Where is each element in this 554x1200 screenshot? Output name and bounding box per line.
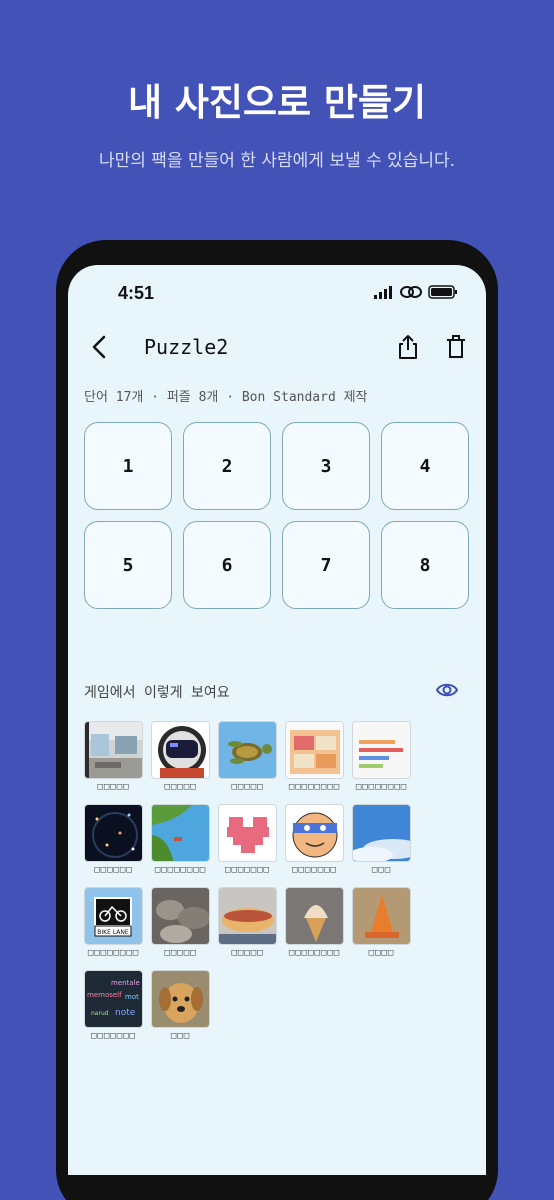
puzzle-tile[interactable]: 6 bbox=[183, 521, 271, 609]
word-cloud-text: mentale bbox=[111, 979, 140, 987]
word-label: □□□□□□□ bbox=[225, 865, 270, 875]
word-label: □□□□□ bbox=[164, 782, 197, 792]
word-card[interactable]: □□□□□ bbox=[218, 721, 277, 792]
word-label: □□□□ bbox=[368, 948, 395, 958]
word-card[interactable]: □□□□□□ bbox=[84, 804, 143, 875]
word-cloud-text: narud bbox=[91, 1010, 109, 1017]
word-card[interactable]: □□□□□ bbox=[218, 887, 277, 958]
app-bar: Puzzle2 bbox=[68, 325, 486, 369]
pack-meta: 단어 17개 · 퍼즐 8개 · Bon Standard 제작 bbox=[84, 390, 368, 405]
share-icon[interactable] bbox=[394, 333, 422, 361]
rocks-image bbox=[151, 887, 210, 945]
word-card[interactable]: □□□□□□□□ bbox=[352, 721, 411, 792]
word-label: □□□□□□□□ bbox=[154, 865, 207, 875]
word-label: □□□□□ bbox=[231, 948, 264, 958]
word-label: □□□□□ bbox=[164, 948, 197, 958]
word-card[interactable]: BIKE LANE □□□□□□□□ bbox=[84, 887, 143, 958]
word-label: □□□□□ bbox=[97, 782, 130, 792]
word-cloud-text: note bbox=[115, 1008, 136, 1018]
word-label: □□□□□□□□ bbox=[288, 948, 341, 958]
word-label: □□□□□□□□ bbox=[355, 782, 408, 792]
status-time: 4:51 bbox=[118, 283, 155, 303]
word-label: □□□□□□ bbox=[94, 865, 133, 875]
word-row: mentale memoself mot narud note □□□□□□□ bbox=[84, 970, 424, 1041]
puzzle-grid: 1 2 3 4 5 6 7 8 bbox=[84, 422, 470, 609]
app-screenshot-orange-image bbox=[285, 721, 344, 779]
status-icons bbox=[374, 285, 458, 299]
bike-sign-text: BIKE LANE bbox=[97, 929, 129, 936]
word-label: □□□ bbox=[371, 865, 392, 875]
word-label: □□□□□□□□ bbox=[87, 948, 140, 958]
pixel-heart-image bbox=[218, 804, 277, 862]
word-card[interactable]: □□□□□□□ bbox=[285, 804, 344, 875]
battery-icon bbox=[428, 285, 457, 299]
puzzle-tile[interactable]: 3 bbox=[282, 422, 370, 510]
word-card[interactable]: □□□□ bbox=[352, 887, 411, 958]
chart-screenshot-image bbox=[352, 721, 411, 779]
word-card[interactable]: □□□□□ bbox=[151, 887, 210, 958]
page-title: Puzzle2 bbox=[144, 335, 229, 359]
word-card[interactable]: □□□ bbox=[352, 804, 411, 875]
word-card[interactable]: □□□□□□□ bbox=[218, 804, 277, 875]
office-room-image bbox=[84, 721, 143, 779]
word-preview-grid: □□□□□ □□□□□ □□□□□ □□□□□□□□ □□□□□□□□ □□□□… bbox=[84, 721, 424, 1053]
phone-screen: 4:51 Puzzle2 단어 17개 · 퍼즐 8개 · Bon Standa… bbox=[68, 265, 486, 1175]
blue-sky-image bbox=[352, 804, 411, 862]
word-row: BIKE LANE □□□□□□□□ □□□□□ □□□□□ □□□□□□□□ … bbox=[84, 887, 424, 958]
word-cloud-image: mentale memoself mot narud note bbox=[84, 970, 143, 1028]
back-icon[interactable] bbox=[86, 333, 114, 361]
word-card[interactable]: □□□□□□□□ bbox=[285, 887, 344, 958]
word-row: □□□□□ □□□□□ □□□□□ □□□□□□□□ □□□□□□□□ bbox=[84, 721, 424, 792]
word-label: □□□□□□□ bbox=[292, 865, 337, 875]
puzzle-tile[interactable]: 2 bbox=[183, 422, 271, 510]
puzzle-tile[interactable]: 1 bbox=[84, 422, 172, 510]
word-cloud-text: memoself bbox=[87, 991, 122, 999]
trash-icon[interactable] bbox=[442, 333, 470, 361]
word-label: □□□□□ bbox=[231, 782, 264, 792]
word-cloud-text: mot bbox=[125, 993, 139, 1001]
word-card[interactable]: □□□□□□□□ bbox=[285, 721, 344, 792]
word-row: □□□□□□ □□□□□□□□ □□□□□□□ □□□□□□□ □□□ bbox=[84, 804, 424, 875]
traffic-cone-image bbox=[352, 887, 411, 945]
puzzle-tile[interactable]: 7 bbox=[282, 521, 370, 609]
word-label: □□□□□□□ bbox=[91, 1031, 136, 1041]
puzzle-tile[interactable]: 4 bbox=[381, 422, 469, 510]
word-card[interactable]: □□□□□ bbox=[84, 721, 143, 792]
phone-frame: 4:51 Puzzle2 단어 17개 · 퍼즐 8개 · Bon Standa… bbox=[56, 240, 498, 1200]
island-map-image bbox=[151, 804, 210, 862]
preview-label: 게임에서 이렇게 보여요 bbox=[84, 685, 230, 701]
eye-icon[interactable] bbox=[436, 679, 458, 701]
pixel-astronaut-image bbox=[151, 721, 210, 779]
promo-title: 내 사진으로 만들기 bbox=[127, 81, 427, 124]
puppy-image bbox=[151, 970, 210, 1028]
word-card[interactable]: □□□ bbox=[151, 970, 210, 1041]
signal-icon bbox=[374, 285, 392, 299]
bike-lane-sign-image: BIKE LANE bbox=[84, 887, 143, 945]
word-card[interactable]: □□□□□ bbox=[151, 721, 210, 792]
link-icon bbox=[400, 286, 422, 298]
hot-dog-image bbox=[218, 887, 277, 945]
word-card[interactable]: mentale memoself mot narud note □□□□□□□ bbox=[84, 970, 143, 1041]
promo-subtitle: 나만의 팩을 만들어 한 사람에게 보낼 수 있습니다. bbox=[98, 151, 456, 171]
word-label: □□□ bbox=[170, 1031, 191, 1041]
masked-face-image bbox=[285, 804, 344, 862]
ice-cream-image bbox=[285, 887, 344, 945]
sea-turtle-image bbox=[218, 721, 277, 779]
status-bar: 4:51 bbox=[68, 265, 486, 321]
night-lights-image bbox=[84, 804, 143, 862]
puzzle-tile[interactable]: 8 bbox=[381, 521, 469, 609]
puzzle-tile[interactable]: 5 bbox=[84, 521, 172, 609]
word-label: □□□□□□□□ bbox=[288, 782, 341, 792]
word-card[interactable]: □□□□□□□□ bbox=[151, 804, 210, 875]
